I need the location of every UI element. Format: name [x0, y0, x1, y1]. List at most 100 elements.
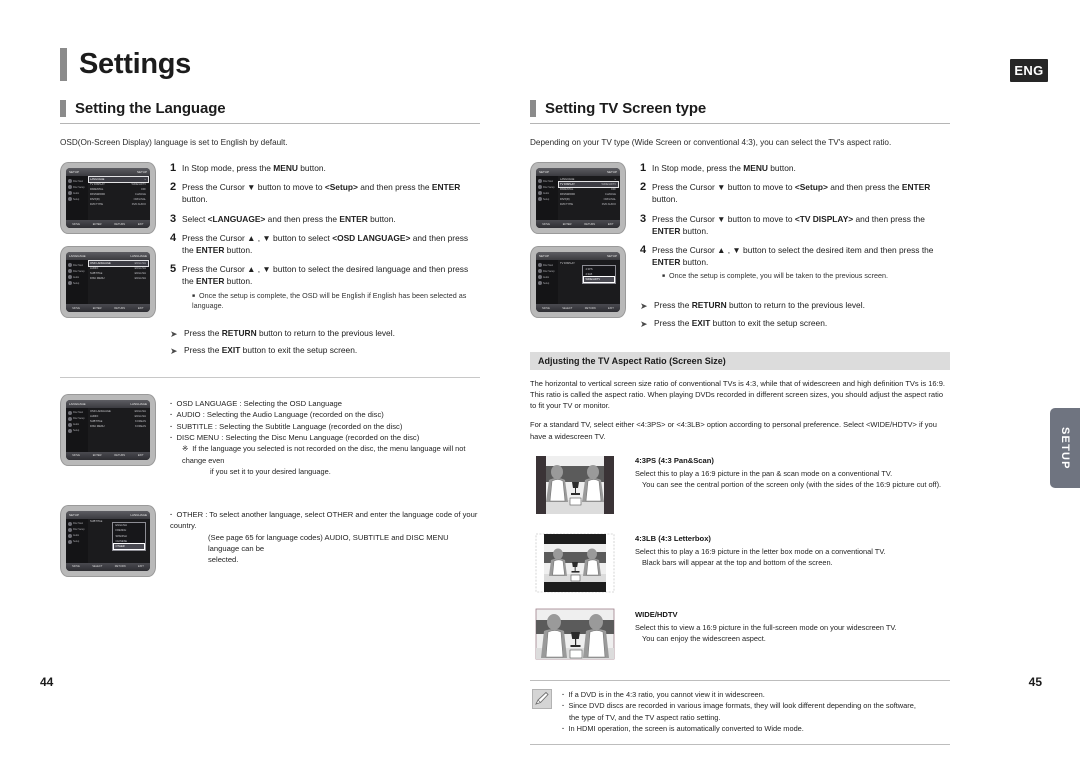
bullet-line: OTHER : To select another language, sele… — [170, 509, 480, 532]
bullet-line: DISC MENU : Selecting the Disc Menu Lang… — [170, 432, 480, 443]
osd-screen-tv-display-popup: SETUP SETUP Disc Navi Disc Setup Audio S… — [530, 246, 626, 319]
step-text: Press the Cursor ▲ , ▼ button to select … — [182, 232, 469, 255]
osd-screen-osd-language: LANGUAGE LANGUAGE Disc Navi Disc Setup A… — [60, 393, 156, 466]
arrow-note-text: Press the EXIT button to exit the setup … — [184, 345, 358, 356]
osd-icon — [538, 197, 542, 202]
aspect-para-1: The horizontal to vertical screen size r… — [530, 378, 945, 411]
step-item: 1 In Stop mode, press the MENU button. — [170, 162, 326, 175]
other-language-text: OTHER : To select another language, sele… — [160, 505, 480, 577]
notes-lines: If a DVD is in the 4:3 ratio, you cannot… — [560, 689, 950, 735]
step-item: 4 Press the Cursor ▲ , ▼ button to selec… — [170, 232, 480, 256]
step-text: Select <LANGUAGE> and then press the ENT… — [182, 213, 396, 224]
left-section-header: Setting the Language — [60, 100, 480, 124]
arrow-note-text: Press the EXIT button to exit the setup … — [654, 318, 828, 329]
aspect-row-wide-hdtv: WIDE/HDTV Select this to view a 16:9 pic… — [530, 607, 950, 660]
aspect-line: Select this to view a 16:9 picture in th… — [635, 622, 897, 632]
aspect-title: 4:3LB (4:3 Letterbox) — [635, 533, 711, 543]
page-title: Settings — [79, 48, 191, 80]
bullet-line-cont: (See page 65 for language codes) AUDIO, … — [208, 532, 449, 553]
step-item: 3 Press the Cursor ▼ button to move to <… — [640, 213, 950, 237]
arrow-note: ➤ Press the EXIT button to exit the setu… — [640, 318, 950, 331]
osd-screen-other-popup: SETUP LANGUAGE Disc Navi Disc Setup Audi… — [60, 504, 156, 577]
aspect-row-letterbox: 4:3LB (4:3 Letterbox) Select this to pla… — [530, 531, 950, 594]
osd-footer: MOVE ENTER RETURN EXIT — [66, 220, 150, 229]
step-item: 3 Select <LANGUAGE> and then press the E… — [170, 212, 396, 225]
osd-icon — [538, 281, 542, 286]
aspect-ratio-band-title: Adjusting the TV Aspect Ratio (Screen Si… — [530, 351, 950, 370]
note-line: Since DVD discs are recorded in various … — [562, 700, 950, 711]
aspect-title: 4:3PS (4:3 Pan&Scan) — [635, 455, 714, 465]
step-sub-note: Once the setup is complete, the OSD will… — [182, 291, 480, 311]
osd-icon — [68, 533, 72, 538]
aspect-line: Select this to play a 16:9 picture in th… — [635, 546, 886, 556]
osd-icon — [538, 269, 542, 274]
section-accent-bar — [530, 100, 536, 117]
wide-hdtv-illustration-svg — [530, 607, 620, 660]
left-steps-text: 1 In Stop mode, press the MENU button. 2… — [160, 162, 480, 363]
osd-header-left: SETUP — [69, 170, 80, 175]
aspect-line: You can enjoy the widescreen aspect. — [642, 634, 766, 643]
bullet-sub-note: If the language you selected is not reco… — [170, 443, 480, 465]
note-line: the type of TV, and the TV aspect ratio … — [569, 712, 721, 722]
notes-box: If a DVD is in the 4:3 ratio, you cannot… — [530, 679, 950, 745]
aspect-title: WIDE/HDTV — [635, 609, 678, 619]
osd-icon — [68, 527, 72, 532]
arrow-icon: ➤ — [170, 346, 178, 357]
osd-topbar: SETUP SETUP — [66, 168, 150, 177]
osd-icon — [68, 422, 72, 427]
right-column: Setting TV Screen type Depending on your… — [530, 100, 950, 745]
step-item: 2 Press the Cursor ▼ button to move to <… — [640, 181, 950, 205]
aspect-line: Black bars will appear at the top and bo… — [642, 558, 833, 567]
arrow-icon: ➤ — [640, 301, 648, 312]
step-text: Press the Cursor ▼ button to move to <Se… — [652, 182, 931, 205]
step-item: 2 Press the Cursor ▼ button to move to <… — [170, 181, 480, 205]
aspect-line: You can see the central portion of the s… — [642, 480, 942, 489]
osd-icon — [538, 275, 542, 280]
language-options-text: OSD LANGUAGE : Selecting the OSD Languag… — [160, 394, 480, 477]
left-column: Setting the Language OSD(On-Screen Displ… — [60, 100, 480, 577]
left-section-title: Setting the Language — [75, 100, 226, 117]
language-badge: ENG — [1010, 59, 1048, 82]
arrow-note: ➤ Press the RETURN button to return to t… — [170, 328, 480, 341]
arrow-icon: ➤ — [640, 319, 648, 330]
osd-image-wrap: LANGUAGE LANGUAGE Disc Navi Disc Setup A… — [60, 393, 160, 477]
arrow-icon: ➤ — [170, 328, 178, 339]
bullet-line: SUBTITLE : Selecting the Subtitle Langua… — [170, 421, 480, 432]
osd-menu-list: LANGUAGE ▸ TV DISPLAY WIDE/HDTV PARENTAL OF… — [88, 176, 149, 207]
osd-screen-setup-main: SETUP SETUP Disc Navi Disc Setup Audio S… — [60, 162, 156, 235]
right-section-title: Setting TV Screen type — [545, 100, 707, 117]
page-title-block: Settings — [60, 48, 191, 81]
tv-illustration-pan-scan — [530, 453, 625, 516]
setup-side-tab-label: SETUP — [1059, 426, 1071, 470]
osd-icon — [68, 521, 72, 526]
step-text: Press the Cursor ▼ button to move to <Se… — [182, 182, 461, 205]
setup-side-tab: SETUP — [1050, 408, 1080, 488]
aspect-row-pan-scan: 4:3PS (4:3 Pan&Scan) Select this to play… — [530, 453, 950, 516]
osd-icon — [68, 263, 72, 268]
manual-page: Settings ENG SETUP Setting the Language … — [0, 0, 1080, 763]
osd-icon — [68, 185, 72, 190]
osd-option-popup: ENGLISH FRENCH SPANISH CHINESE OTHER — [112, 521, 146, 552]
osd-icon — [538, 185, 542, 190]
step-text: Press the Cursor ▼ button to move to <TV… — [652, 213, 925, 236]
osd-option-selected: WIDE/HDTV — [583, 276, 615, 284]
osd-icon — [538, 191, 542, 196]
aspect-text-letterbox: 4:3LB (4:3 Letterbox) Select this to pla… — [625, 532, 950, 594]
divider — [60, 376, 480, 378]
step-item: 5 Press the Cursor ▲ , ▼ button to selec… — [170, 263, 480, 311]
right-lead-text: Depending on your TV type (Wide Screen o… — [530, 138, 892, 147]
right-section-header: Setting TV Screen type — [530, 100, 950, 124]
note-pencil-icon — [530, 688, 560, 735]
osd-icon — [68, 416, 72, 421]
bullet-sub-note-cont: if you set it to your desired language. — [210, 466, 331, 476]
osd-icon — [68, 191, 72, 196]
osd-option-popup: 4:3PS 4:3LB WIDE/HDTV — [582, 265, 616, 285]
letterbox-illustration-svg — [530, 531, 620, 594]
osd-icon — [68, 281, 72, 286]
note-line: If a DVD is in the 4:3 ratio, you cannot… — [562, 689, 950, 700]
step-sub-note: Once the setup is complete, you will be … — [652, 271, 950, 281]
osd-icon — [68, 428, 72, 433]
left-steps-block: SETUP SETUP Disc Navi Disc Setup Audio S… — [60, 162, 480, 363]
arrow-note: ➤ Press the EXIT button to exit the setu… — [170, 345, 480, 358]
osd-icon — [538, 263, 542, 268]
